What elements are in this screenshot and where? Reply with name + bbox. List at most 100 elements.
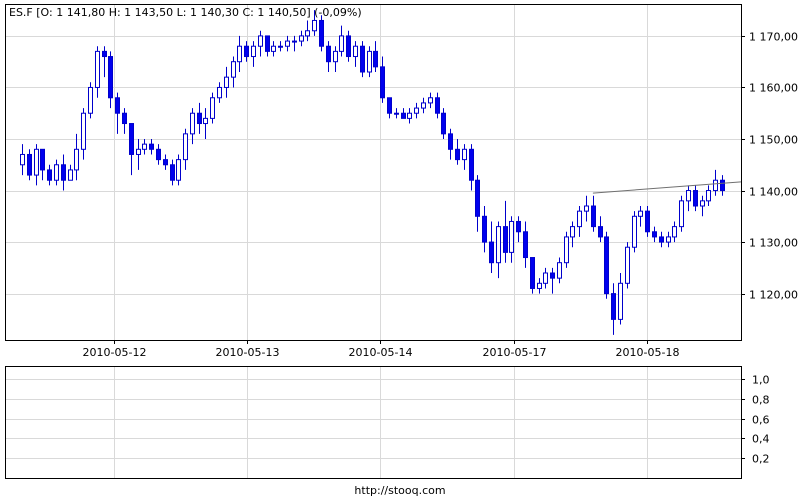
- candle-body-up: [285, 40, 290, 47]
- candle-body-down: [645, 210, 650, 233]
- candle-body-up: [292, 40, 297, 43]
- candle-body-up: [251, 45, 256, 58]
- date-tick-label: 2010-05-18: [616, 346, 680, 359]
- candle-body-up: [333, 50, 338, 63]
- indicator-tick-label: 0,8: [752, 394, 770, 407]
- candle-body-up: [88, 86, 93, 114]
- candle-body-up: [428, 97, 433, 104]
- candle-body-up: [34, 148, 39, 176]
- chart-svg: ES.F [O: 1 141,80 H: 1 143,50 L: 1 140,3…: [0, 0, 800, 500]
- date-tick-label: 2010-05-17: [483, 346, 547, 359]
- candle-body-up: [183, 133, 188, 161]
- candle-body-up: [638, 210, 643, 217]
- candle-body-down: [482, 215, 487, 243]
- candle-body-up: [210, 97, 215, 119]
- indicator-tick-label: 0,2: [752, 453, 770, 466]
- candle-body-down: [170, 164, 175, 181]
- candle-body-down: [163, 159, 168, 166]
- candle-body-up: [462, 148, 467, 161]
- candle-body-up: [706, 190, 711, 202]
- price-tick-label: 1 140,00: [749, 186, 798, 199]
- candle-body-up: [713, 179, 718, 192]
- candle-body-up: [278, 45, 283, 48]
- candle-body-up: [570, 226, 575, 238]
- candle-body-up: [299, 35, 304, 42]
- candle-body-down: [435, 97, 440, 114]
- candle-body-up: [666, 236, 671, 243]
- candle-body-up: [68, 169, 73, 181]
- candle-body-down: [40, 148, 45, 171]
- candle-body-up: [618, 282, 623, 320]
- candle-body-down: [598, 226, 603, 238]
- candle-body-up: [686, 190, 691, 202]
- candle-body-up: [353, 45, 358, 58]
- candle-body-up: [700, 200, 705, 207]
- candle-body-up: [142, 143, 147, 150]
- candle-body-up: [203, 117, 208, 125]
- candle-body-down: [550, 272, 555, 279]
- candle-body-down: [149, 143, 154, 150]
- candle-body-up: [564, 236, 569, 264]
- date-tick-label: 2010-05-14: [349, 346, 413, 359]
- candle-body-down: [693, 190, 698, 207]
- candle-body-down: [265, 35, 270, 52]
- candle-body-down: [346, 35, 351, 58]
- candle-body-up: [136, 148, 141, 155]
- page-background: [0, 0, 800, 500]
- candle-body-up: [407, 112, 412, 119]
- candle-body-up: [584, 205, 589, 212]
- candle-body-down: [489, 241, 494, 264]
- candle-body-up: [632, 215, 637, 248]
- candle-body-down: [115, 97, 120, 114]
- candle-body-up: [20, 153, 25, 166]
- candle-body-up: [95, 50, 100, 88]
- candle-body-up: [305, 30, 310, 37]
- indicator-tick-label: 0,4: [752, 433, 770, 446]
- candle-body-down: [516, 220, 521, 233]
- candle-body-down: [591, 205, 596, 228]
- date-tick-label: 2010-05-13: [216, 346, 280, 359]
- source-link[interactable]: http://stooq.com: [0, 484, 800, 497]
- indicator-tick-label: 0,6: [752, 414, 770, 427]
- chart-title: ES.F [O: 1 141,80 H: 1 143,50 L: 1 140,3…: [9, 6, 362, 19]
- price-tick-label: 1 150,00: [749, 134, 798, 147]
- candle-body-up: [190, 112, 195, 135]
- candle-body-down: [61, 164, 66, 181]
- candle-body-down: [360, 45, 365, 73]
- candle-body-up: [679, 200, 684, 228]
- candle-body-down: [27, 153, 32, 176]
- candle-body-up: [217, 86, 222, 99]
- candle-body-up: [543, 272, 548, 284]
- candle-body-down: [387, 97, 392, 114]
- candle-body-down: [475, 179, 480, 217]
- candle-body-down: [659, 236, 664, 243]
- candle-body-down: [523, 231, 528, 259]
- candle-body-down: [503, 226, 508, 253]
- chart-root: ES.F [O: 1 141,80 H: 1 143,50 L: 1 140,3…: [0, 0, 800, 500]
- candle-body-up: [176, 159, 181, 181]
- candle-body-up: [537, 282, 542, 289]
- candle-body-up: [271, 45, 276, 52]
- candle-body-down: [373, 50, 378, 68]
- candle-body-down: [530, 257, 535, 289]
- candle-body-down: [102, 50, 107, 58]
- indicator-tick-label: 1,0: [752, 374, 770, 387]
- candle-body-up: [339, 35, 344, 52]
- candle-body-up: [224, 76, 229, 88]
- candle-body-down: [401, 112, 406, 119]
- candle-body-up: [74, 148, 79, 171]
- candle-body-up: [231, 61, 236, 78]
- candle-body-up: [509, 220, 514, 253]
- price-tick-label: 1 170,00: [749, 31, 798, 44]
- candle-body-up: [672, 226, 677, 238]
- candle-body-down: [156, 148, 161, 161]
- candle-body-down: [122, 112, 127, 125]
- price-tick-label: 1 120,00: [749, 289, 798, 302]
- candle-body-down: [469, 148, 474, 181]
- candle-body-down: [319, 19, 324, 47]
- candle-body-up: [414, 107, 419, 114]
- candle-body-down: [652, 231, 657, 238]
- candle-body-down: [441, 112, 446, 135]
- candle-body-down: [47, 169, 52, 181]
- candle-body-down: [720, 179, 725, 192]
